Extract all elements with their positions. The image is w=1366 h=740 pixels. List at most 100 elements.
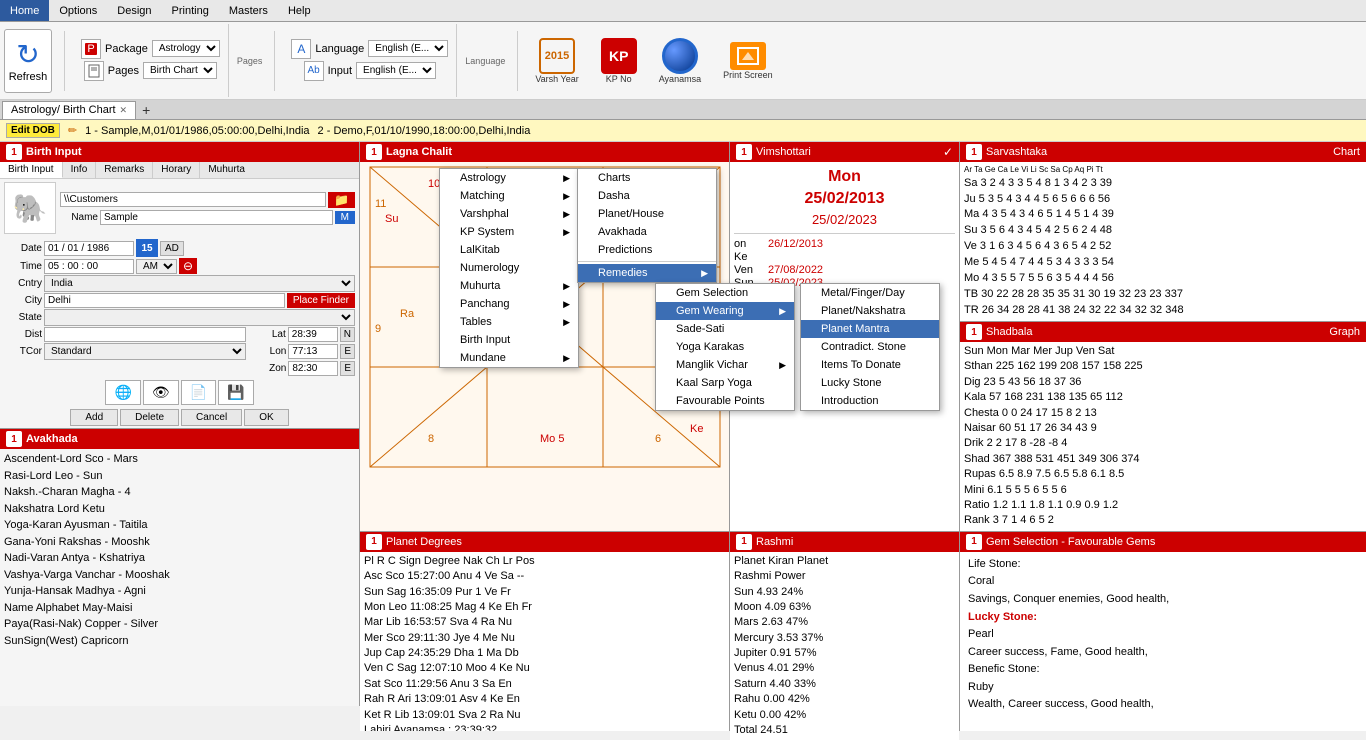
submenu-planet-house[interactable]: Planet/House xyxy=(578,205,716,223)
ayanamsa-button[interactable]: Ayanamsa xyxy=(650,33,710,89)
edit-dob-button[interactable]: Edit DOB xyxy=(6,123,60,138)
gw-metal-finger-day[interactable]: Metal/Finger/Day xyxy=(801,284,939,302)
svg-text:6: 6 xyxy=(655,433,661,445)
svg-text:Ke: Ke xyxy=(690,423,703,435)
gw-planet-nakshatra[interactable]: Planet/Nakshatra xyxy=(801,302,939,320)
menu-muhurta[interactable]: Muhurta ▶ xyxy=(440,277,578,295)
varsh-year-button[interactable]: 2015 Varsh Year xyxy=(526,33,587,89)
remedies-submenu[interactable]: Gem Selection Gem Wearing ▶ Sade-Sati Yo… xyxy=(655,283,795,411)
ok-button[interactable]: OK xyxy=(244,409,288,426)
male-button[interactable]: M xyxy=(335,211,355,224)
rem-yoga-karakas[interactable]: Yoga Karakas xyxy=(656,338,794,356)
menu-home[interactable]: Home xyxy=(0,0,49,21)
tab-add-button[interactable]: + xyxy=(138,102,154,118)
menu-tables[interactable]: Tables ▶ xyxy=(440,313,578,331)
submenu-charts[interactable]: Charts xyxy=(578,169,716,187)
save-button[interactable]: 💾 xyxy=(218,380,253,405)
input-select[interactable]: English (E... xyxy=(356,62,436,79)
table-row: Jup Cap 24:35:29 Dha 1 Ma Db xyxy=(364,646,725,661)
menu-varshphal[interactable]: Varshphal ▶ xyxy=(440,205,578,223)
list-item: Vashya-Varga Vanchar - Mooshak xyxy=(4,567,355,584)
date-input[interactable] xyxy=(44,241,134,256)
menu-kp-system[interactable]: KP System ▶ xyxy=(440,223,578,241)
planet-date: 26/12/2013 xyxy=(768,238,823,250)
gw-lucky-stone[interactable]: Lucky Stone xyxy=(801,374,939,392)
gw-contradict-stone[interactable]: Contradict. Stone xyxy=(801,338,939,356)
tcor-select[interactable]: Standard xyxy=(44,343,246,360)
landscape-label: Print Screen xyxy=(723,70,773,80)
rem-gem-selection[interactable]: Gem Selection xyxy=(656,284,794,302)
time-clear-button[interactable]: ⊖ xyxy=(179,258,197,274)
submenu-remedies[interactable]: Remedies ▶ xyxy=(578,264,716,282)
lon-input[interactable] xyxy=(288,344,338,359)
menu-matching[interactable]: Matching ▶ xyxy=(440,187,578,205)
menu-design[interactable]: Design xyxy=(107,0,161,21)
add-button[interactable]: Add xyxy=(70,409,118,426)
main-tab[interactable]: Astrology/ Birth Chart ✕ xyxy=(2,101,136,119)
shadbala-panel: 1 Shadbala Graph Sun Mon Mar Mer Jup Ven… xyxy=(960,321,1366,531)
package-select[interactable]: Astrology xyxy=(152,40,220,57)
menu-mundane[interactable]: Mundane ▶ xyxy=(440,349,578,367)
submenu-dasha[interactable]: Dasha xyxy=(578,187,716,205)
rashmi-number: 1 xyxy=(736,534,752,550)
table-row: Kala 57 168 231 138 135 65 112 xyxy=(964,390,1362,405)
table-row: Ratio 1.2 1.1 1.8 1.1 0.9 0.9 1.2 xyxy=(964,498,1362,513)
rem-sade-sati[interactable]: Sade-Sati xyxy=(656,320,794,338)
tab-info[interactable]: Info xyxy=(63,162,97,178)
table-row: Drik 2 2 17 8 -28 -8 4 xyxy=(964,436,1362,451)
time-input[interactable] xyxy=(44,259,134,274)
menu-numerology[interactable]: Numerology xyxy=(440,259,578,277)
tab-muhurta[interactable]: Muhurta xyxy=(200,162,253,178)
menu-options[interactable]: Options xyxy=(49,0,107,21)
gw-planet-mantra[interactable]: Planet Mantra xyxy=(801,320,939,338)
rem-kaal-sarp[interactable]: Kaal Sarp Yoga xyxy=(656,374,794,392)
submenu-avakhada[interactable]: Avakhada xyxy=(578,223,716,241)
landscape-button[interactable]: Print Screen xyxy=(714,37,782,85)
globe-button[interactable]: 🌐 xyxy=(105,380,140,405)
rem-gem-wearing[interactable]: Gem Wearing ▶ xyxy=(656,302,794,320)
state-select[interactable] xyxy=(44,309,355,326)
cancel-button[interactable]: Cancel xyxy=(181,409,242,426)
rem-favourable[interactable]: Favourable Points xyxy=(656,392,794,410)
birth-form: Date 15 AD Time AMPM ⊖ Cntry India xyxy=(0,237,359,378)
menu-printing[interactable]: Printing xyxy=(162,0,219,21)
gw-introduction[interactable]: Introduction xyxy=(801,392,939,410)
city-input[interactable] xyxy=(44,293,285,308)
path-input[interactable] xyxy=(60,192,326,207)
tab-close-icon[interactable]: ✕ xyxy=(120,105,128,116)
zon-input[interactable] xyxy=(288,361,338,376)
name-input[interactable] xyxy=(100,210,333,225)
submenu-predictions[interactable]: Predictions xyxy=(578,241,716,259)
menu-birth-input[interactable]: Birth Input xyxy=(440,331,578,349)
teva-menu[interactable]: Astrology ▶ Matching ▶ Varshphal ▶ KP Sy… xyxy=(439,168,579,368)
kp-button[interactable]: KP KP No xyxy=(592,33,646,89)
gw-items-to-donate[interactable]: Items To Donate xyxy=(801,356,939,374)
menu-panchang[interactable]: Panchang ▶ xyxy=(440,295,578,313)
tab-horary[interactable]: Horary xyxy=(153,162,200,178)
dist-input[interactable] xyxy=(44,327,246,342)
gem-wearing-submenu[interactable]: Metal/Finger/Day Planet/Nakshatra Planet… xyxy=(800,283,940,411)
refresh-button[interactable]: ↻ Refresh xyxy=(4,29,52,93)
list-item: Rasi-Lord Leo - Sun xyxy=(4,468,355,485)
delete-button[interactable]: Delete xyxy=(120,409,179,426)
tab-remarks[interactable]: Remarks xyxy=(96,162,153,178)
country-select[interactable]: India xyxy=(44,275,355,292)
eye-button[interactable]: 👁 xyxy=(143,380,179,405)
avatar-box: 🐘 xyxy=(4,182,56,234)
ampm-select[interactable]: AMPM xyxy=(136,259,177,274)
ad-button[interactable]: AD xyxy=(160,241,184,256)
sample2-text: 2 - Demo,F,01/10/1990,18:00:00,Delhi,Ind… xyxy=(318,125,531,137)
lat-input[interactable] xyxy=(288,327,338,342)
rem-manglik[interactable]: Manglik Vichar ▶ xyxy=(656,356,794,374)
file-button[interactable]: 📄 xyxy=(181,380,216,405)
charts-submenu[interactable]: Charts Dasha Planet/House Avakhada Predi… xyxy=(577,168,717,283)
pages-select[interactable]: Birth Chart xyxy=(143,62,217,79)
place-finder-button[interactable]: Place Finder xyxy=(287,293,355,308)
tab-birth-input[interactable]: Birth Input xyxy=(0,162,63,178)
menu-astrology[interactable]: Astrology ▶ xyxy=(440,169,578,187)
language-select[interactable]: English (E... xyxy=(368,40,448,57)
path-folder-button[interactable]: 📁 xyxy=(328,192,355,208)
menu-lalkitab[interactable]: LalKitab xyxy=(440,241,578,259)
menu-masters[interactable]: Masters xyxy=(219,0,278,21)
menu-help[interactable]: Help xyxy=(278,0,321,21)
